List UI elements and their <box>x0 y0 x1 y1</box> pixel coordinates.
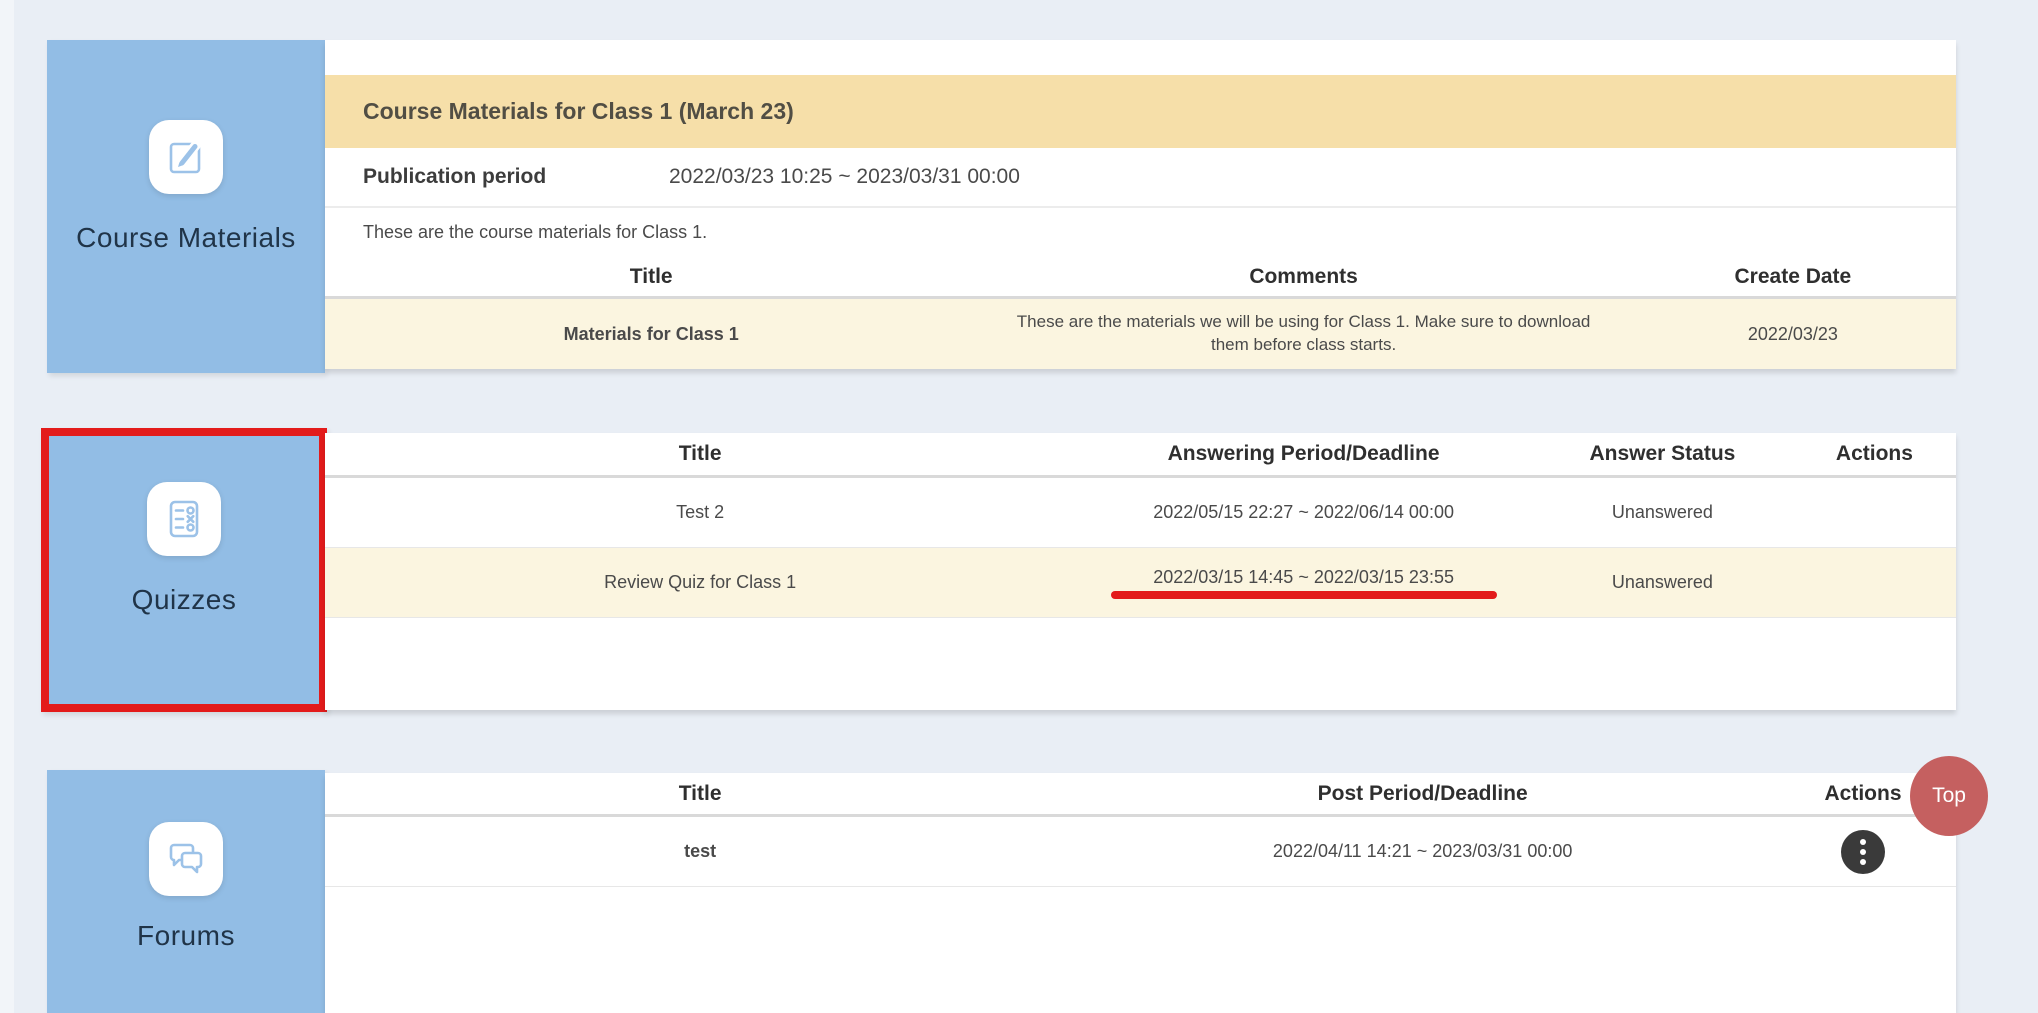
column-header-answer-status: Answer Status <box>1532 442 1793 466</box>
quizzes-card: Title Answering Period/Deadline Answer S… <box>325 433 1956 710</box>
left-gutter <box>0 0 14 1013</box>
quiz-status-cell: Unanswered <box>1532 572 1793 593</box>
column-header-answering-period: Answering Period/Deadline <box>1075 442 1532 466</box>
tile-label-course-materials: Course Materials <box>76 222 296 254</box>
column-header-comments: Comments <box>977 265 1629 289</box>
scroll-to-top-button[interactable]: Top <box>1910 756 1988 836</box>
quiz-row: Test 2 2022/05/15 22:27 ~ 2022/06/14 00:… <box>325 478 1956 548</box>
quiz-icon <box>147 482 221 556</box>
quiz-period-cell: 2022/03/15 14:45 ~ 2022/03/15 23:55 <box>1075 567 1532 599</box>
forum-actions-cell <box>1770 830 1956 874</box>
quiz-status-cell: Unanswered <box>1532 502 1793 523</box>
publication-period-row: Publication period 2022/03/23 10:25 ~ 20… <box>325 148 1956 208</box>
sidebar-tile-quizzes-highlighted[interactable]: Quizzes <box>41 428 327 712</box>
quiz-period-text: 2022/03/15 14:45 ~ 2022/03/15 23:55 <box>1153 567 1454 588</box>
course-materials-card: Course Materials for Class 1 (March 23) … <box>325 40 1956 369</box>
card-top-strip <box>325 40 1956 75</box>
quiz-title-cell[interactable]: Review Quiz for Class 1 <box>325 572 1075 593</box>
publication-period-value: 2022/03/23 10:25 ~ 2023/03/31 00:00 <box>669 165 1020 189</box>
kebab-menu-button[interactable] <box>1841 830 1885 874</box>
forums-table-header: Title Post Period/Deadline Actions <box>325 773 1956 817</box>
quiz-title-cell[interactable]: Test 2 <box>325 502 1075 523</box>
quiz-row: Review Quiz for Class 1 2022/03/15 14:45… <box>325 548 1956 618</box>
materials-table-header: Title Comments Create Date <box>325 257 1956 299</box>
edit-icon <box>149 120 223 194</box>
forum-row: test 2022/04/11 14:21 ~ 2023/03/31 00:00 <box>325 817 1956 887</box>
material-comments-cell: These are the materials we will be using… <box>977 311 1629 357</box>
quiz-period-cell: 2022/05/15 22:27 ~ 2022/06/14 00:00 <box>1075 502 1532 523</box>
material-create-date-cell: 2022/03/23 <box>1630 324 1956 345</box>
sidebar-tile-course-materials[interactable]: Course Materials <box>47 40 325 373</box>
material-row: Materials for Class 1 These are the mate… <box>325 299 1956 369</box>
material-title-cell[interactable]: Materials for Class 1 <box>325 324 977 345</box>
course-materials-heading: Course Materials for Class 1 (March 23) <box>325 75 1956 148</box>
column-header-actions: Actions <box>1793 442 1956 466</box>
column-header-title: Title <box>325 782 1075 806</box>
publication-period-label: Publication period <box>363 165 669 189</box>
sidebar-tile-forums[interactable]: Forums <box>47 770 325 1013</box>
tile-label-quizzes: Quizzes <box>132 584 237 616</box>
course-materials-description: These are the course materials for Class… <box>325 208 1956 257</box>
column-header-create-date: Create Date <box>1630 265 1956 289</box>
column-header-title: Title <box>325 265 977 289</box>
column-header-post-period: Post Period/Deadline <box>1075 782 1770 806</box>
deadline-annotation-underline <box>1111 591 1497 599</box>
quizzes-table-header: Title Answering Period/Deadline Answer S… <box>325 433 1956 478</box>
forums-icon <box>149 822 223 896</box>
forums-card: Title Post Period/Deadline Actions test … <box>325 773 1956 1013</box>
forum-title-cell[interactable]: test <box>325 841 1075 862</box>
forum-period-cell: 2022/04/11 14:21 ~ 2023/03/31 00:00 <box>1075 841 1770 862</box>
column-header-title: Title <box>325 442 1075 466</box>
tile-label-forums: Forums <box>137 920 235 952</box>
